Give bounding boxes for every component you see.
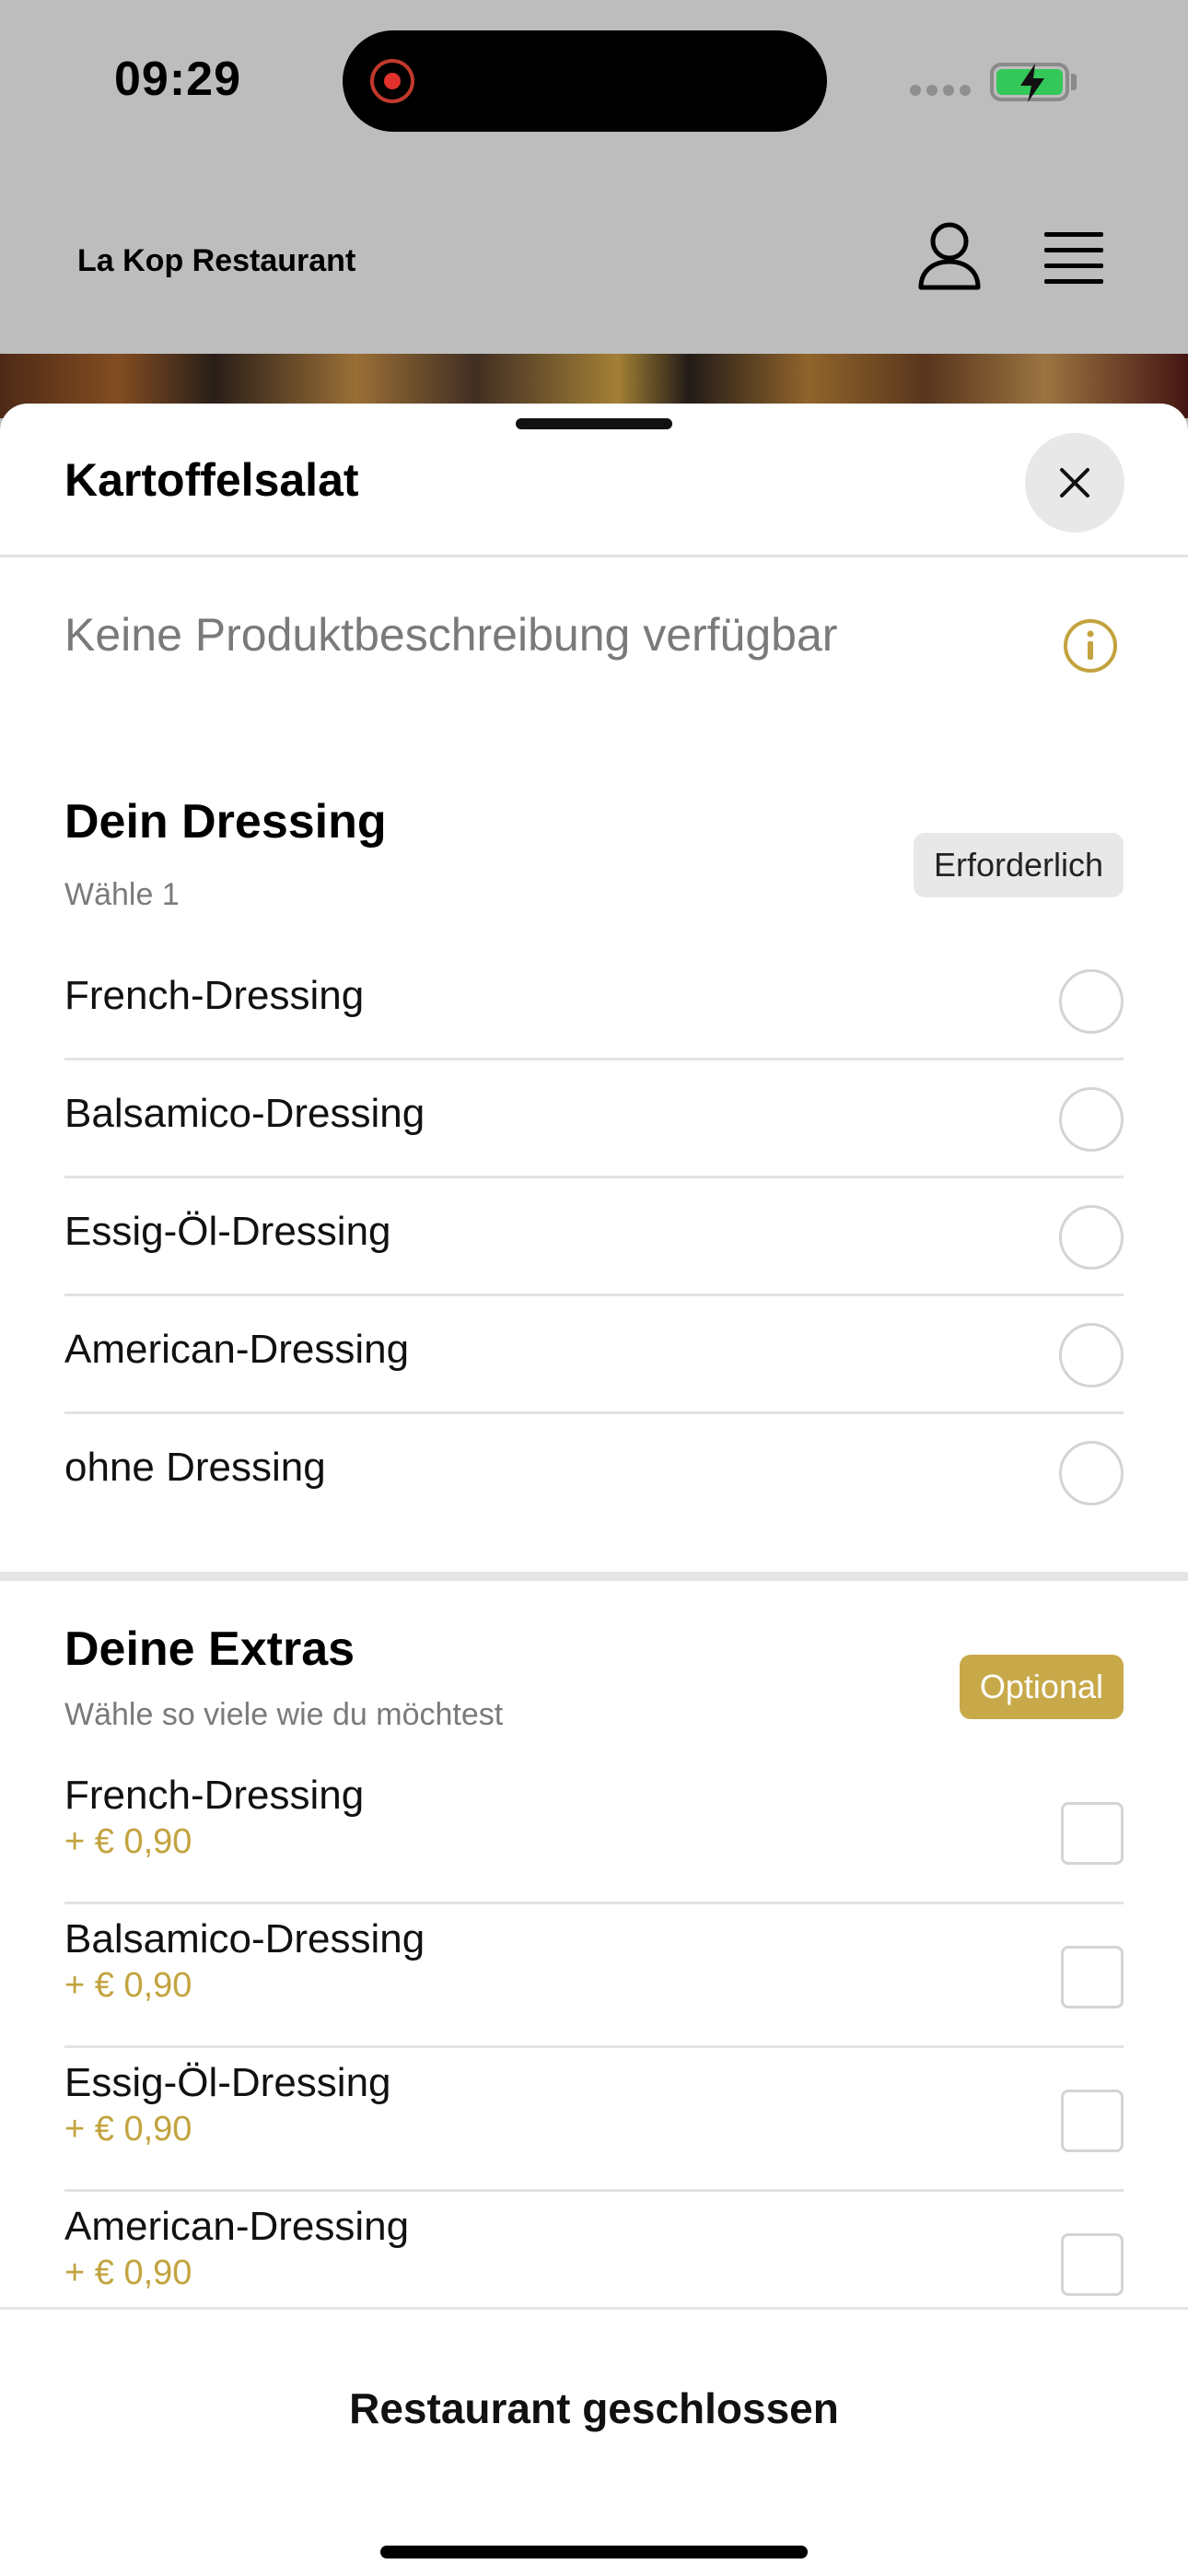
option-price: + € 0,90 [64,2110,192,2149]
status-time: 09:29 [114,53,241,106]
option-label: Essig-Öl-Dressing [64,2060,391,2105]
radio-button[interactable] [1059,969,1124,1034]
option-label: Essig-Öl-Dressing [64,1209,391,1254]
option-label: French-Dressing [64,973,365,1018]
dressing-section: Dein Dressing Wähle 1 Erforderlich Frenc… [0,794,1188,1568]
user-icon[interactable] [917,221,982,291]
header-divider [0,555,1188,557]
battery-icon [990,63,1069,102]
dynamic-island [343,30,827,132]
radio-option[interactable]: ohne Dressing [64,1413,1124,1531]
option-label: Balsamico-Dressing [64,1091,425,1136]
required-badge: Erforderlich [913,833,1124,897]
option-label: French-Dressing [64,1773,365,1818]
section-title: Deine Extras [64,1622,355,1676]
checkbox[interactable] [1061,1802,1124,1865]
optional-badge: Optional [959,1655,1124,1719]
app-header: La Kop Restaurant [0,166,1188,354]
product-sheet: Kartoffelsalat Keine Produktbeschreibung… [0,404,1188,2576]
restaurant-closed-button[interactable]: Restaurant geschlossen [0,2383,1188,2433]
radio-button[interactable] [1059,1323,1124,1388]
info-icon[interactable] [1062,617,1119,674]
section-subtitle: Wähle so viele wie du möchtest [64,1697,504,1732]
home-indicator[interactable] [380,2546,808,2558]
section-divider [0,1572,1188,1581]
radio-button[interactable] [1059,1441,1124,1505]
status-bar: 09:29 [0,0,1188,166]
checkbox-option[interactable]: French-Dressing + € 0,90 [64,1760,1124,1904]
cellular-signal-icon [910,85,971,96]
close-button[interactable] [1025,433,1124,533]
option-label: American-Dressing [64,2204,410,2249]
bottom-action-bar: Restaurant geschlossen [0,2307,1188,2576]
charging-bolt-icon [1020,64,1044,102]
product-description: Keine Produktbeschreibung verfügbar [64,609,838,661]
section-subtitle: Wähle 1 [64,877,180,912]
radio-button[interactable] [1059,1087,1124,1152]
option-label: American-Dressing [64,1327,410,1372]
sheet-grabber[interactable] [516,418,672,429]
option-price: + € 0,90 [64,1966,192,2005]
option-price: + € 0,90 [64,2254,192,2292]
option-label: Balsamico-Dressing [64,1916,425,1961]
hamburger-menu-icon[interactable] [1044,232,1103,284]
battery-cap [1071,74,1077,90]
option-price: + € 0,90 [64,1822,192,1861]
checkbox[interactable] [1061,2233,1124,2296]
radio-option[interactable]: French-Dressing [64,942,1124,1060]
radio-button[interactable] [1059,1205,1124,1270]
option-label: ohne Dressing [64,1445,326,1490]
product-title: Kartoffelsalat [64,454,359,506]
checkbox-option[interactable]: Essig-Öl-Dressing + € 0,90 [64,2047,1124,2192]
radio-option[interactable]: Balsamico-Dressing [64,1060,1124,1178]
radio-option[interactable]: Essig-Öl-Dressing [64,1177,1124,1296]
recording-indicator-icon [370,59,414,103]
close-icon [1060,468,1089,498]
checkbox[interactable] [1061,2090,1124,2152]
checkbox-option[interactable]: Balsamico-Dressing + € 0,90 [64,1903,1124,2048]
checkbox[interactable] [1061,1946,1124,2008]
radio-option[interactable]: American-Dressing [64,1295,1124,1414]
section-title: Dein Dressing [64,795,387,849]
restaurant-name: La Kop Restaurant [77,243,356,278]
